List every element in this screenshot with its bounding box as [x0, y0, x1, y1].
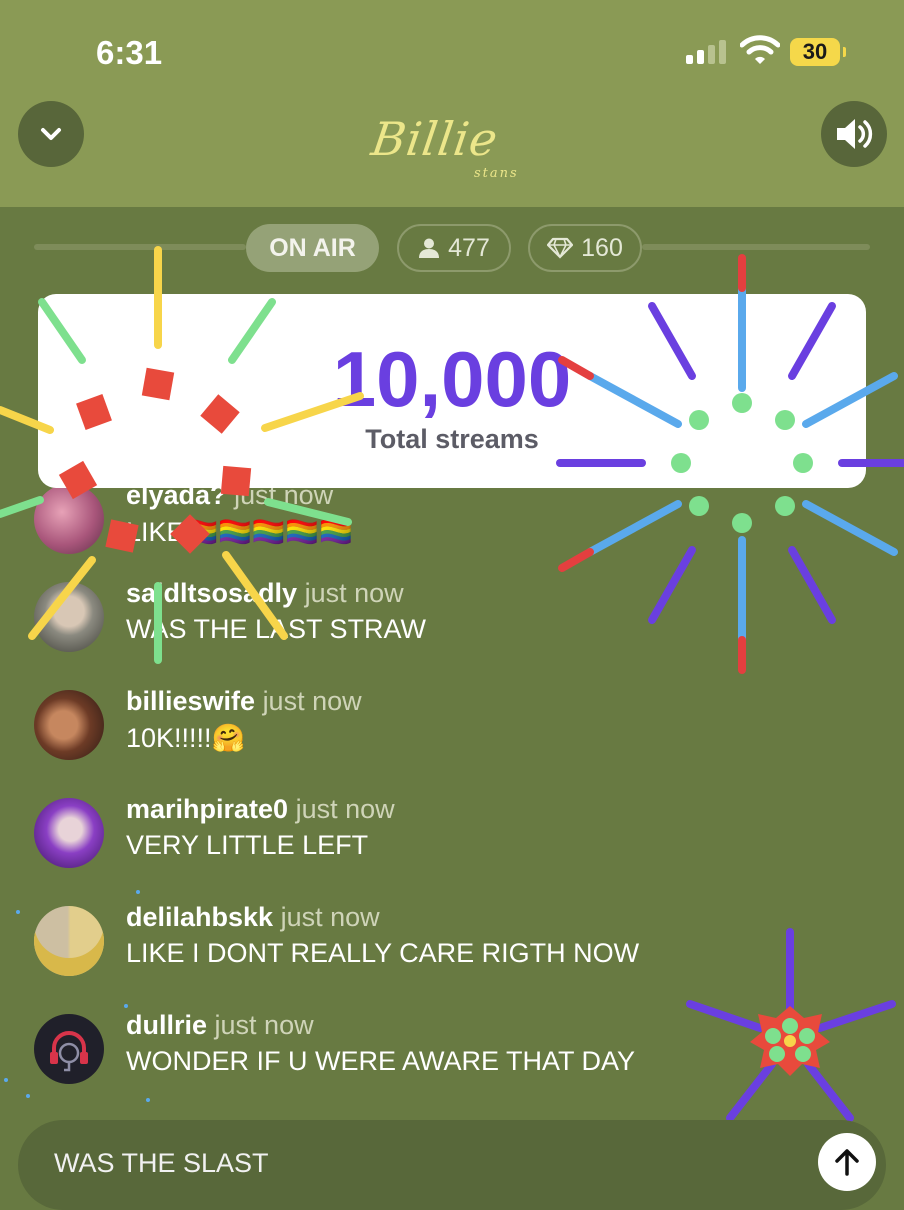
milestone-card: 10,000 Total streams	[38, 294, 866, 488]
live-bar-divider-left	[34, 244, 246, 250]
chat-text: LIKE I DONT REALLY CARE RIGTH NOW	[126, 938, 640, 968]
diamond-icon	[547, 237, 574, 259]
message-composer	[18, 1120, 886, 1210]
diamond-count: 160	[581, 233, 623, 262]
avatar[interactable]	[34, 690, 104, 760]
message-input[interactable]	[52, 1140, 756, 1186]
chat-username[interactable]: dullrie	[126, 1010, 207, 1040]
avatar[interactable]	[34, 582, 104, 652]
battery-level: 30	[802, 39, 828, 64]
status-time: 6:31	[96, 34, 163, 71]
wifi-icon	[740, 35, 780, 64]
chat-text: 10K!!!!!🤗	[126, 723, 246, 753]
chat-message-header: dullrie just now	[126, 1010, 314, 1041]
app-header: 6:31 30 Billie stans	[0, 0, 904, 207]
chat-timestamp: just now	[295, 794, 395, 824]
viewer-count: 477	[448, 233, 490, 262]
signal-bars-icon	[686, 40, 728, 64]
chat-username[interactable]: marihpirate0	[126, 794, 288, 824]
chat-text: WAS THE LAST STRAW	[126, 614, 427, 644]
chevron-down-icon	[41, 128, 61, 140]
send-button[interactable]	[818, 1133, 876, 1191]
avatar[interactable]	[34, 1014, 104, 1084]
arrow-up-icon	[835, 1149, 859, 1176]
chat-timestamp: just now	[280, 902, 380, 932]
battery-icon: 30	[790, 38, 846, 66]
burst-star	[750, 1006, 830, 1076]
chat-message-header: saidltsosadly just now	[126, 578, 404, 609]
viewer-count-pill[interactable]: 477	[397, 224, 511, 272]
chat-message-header: delilahbskk just now	[126, 902, 380, 933]
chat-username[interactable]: saidltsosadly	[126, 578, 297, 608]
chat-message: elyada? just now LIKE🏳️‍🌈🏳️‍🌈🏳️‍🌈🏳️‍🌈🏳️‍…	[34, 480, 734, 564]
collapse-button[interactable]	[18, 101, 84, 167]
chat-message-header: billieswife just now	[126, 686, 362, 717]
chat-text: LIKE🏳️‍🌈🏳️‍🌈🏳️‍🌈🏳️‍🌈🏳️‍🌈	[126, 517, 353, 547]
chat-message: marihpirate0 just now VERY LITTLE LEFT	[34, 794, 734, 878]
chat-message-header: marihpirate0 just now	[126, 794, 395, 825]
flower-icon	[765, 1018, 815, 1062]
logo-subtitle: stans	[474, 166, 519, 181]
speaker-icon	[837, 119, 873, 149]
avatar[interactable]	[34, 798, 104, 868]
avatar[interactable]	[34, 906, 104, 976]
milestone-value: 10,000	[332, 335, 572, 423]
chat-username[interactable]: delilahbskk	[126, 902, 273, 932]
chat-text: VERY LITTLE LEFT	[126, 830, 369, 860]
person-icon	[418, 237, 440, 259]
app-logo: Billie stans	[368, 112, 517, 181]
chat-username[interactable]: billieswife	[126, 686, 255, 716]
logo-wordmark: Billie	[368, 112, 502, 166]
chat-message: billieswife just now 10K!!!!!🤗	[34, 686, 734, 770]
diamond-count-pill[interactable]: 160	[528, 224, 642, 272]
volume-button[interactable]	[821, 101, 887, 167]
milestone-label: Total streams	[365, 424, 539, 454]
chat-message: dullrie just now WONDER IF U WERE AWARE …	[34, 1010, 734, 1094]
chat-timestamp: just now	[262, 686, 362, 716]
live-bar-divider-right	[642, 244, 870, 250]
avatar[interactable]	[34, 484, 104, 554]
chat-timestamp: just now	[304, 578, 404, 608]
chat-message: delilahbskk just now LIKE I DONT REALLY …	[34, 902, 734, 986]
headphones-logo-icon	[50, 1031, 88, 1072]
chat-timestamp: just now	[214, 1010, 314, 1040]
on-air-badge: ON AIR	[246, 224, 379, 272]
chat-text: WONDER IF U WERE AWARE THAT DAY	[126, 1046, 636, 1076]
chat-message: saidltsosadly just now WAS THE LAST STRA…	[34, 578, 734, 662]
